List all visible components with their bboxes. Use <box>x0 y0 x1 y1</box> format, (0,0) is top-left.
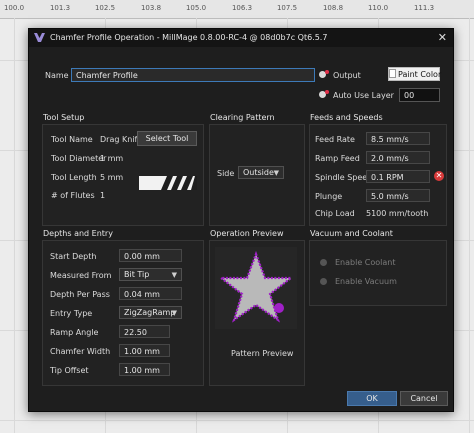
tool-setup-title: Tool Setup <box>43 113 85 122</box>
entry-type-value: ZigZagRamp <box>124 308 176 317</box>
flutes-value: 1 <box>100 191 106 200</box>
chamfer-width-input[interactable]: 1.00 mm <box>119 344 170 357</box>
depths-entry-title: Depths and Entry <box>43 229 113 238</box>
name-input[interactable]: Chamfer Profile <box>71 68 315 82</box>
grid-line <box>469 18 470 433</box>
ramp-feed-label: Ramp Feed <box>315 154 360 163</box>
grid-line <box>14 18 15 433</box>
paint-color-button[interactable]: Paint Color <box>388 67 442 81</box>
close-icon[interactable]: ✕ <box>438 31 447 44</box>
ruler-tick: 111.3 <box>413 4 435 12</box>
feed-rate-label: Feed Rate <box>315 135 355 144</box>
tool-bit-icon <box>139 176 197 190</box>
plunge-input[interactable]: 5.0 mm/s <box>366 189 430 202</box>
side-label: Side <box>217 169 235 178</box>
start-depth-input[interactable]: 0.00 mm <box>119 249 182 262</box>
tool-name-value: Drag Knife <box>100 135 143 144</box>
depth-per-pass-input[interactable]: 0.04 mm <box>119 287 182 300</box>
measured-from-combo[interactable]: Bit Tip ▼ <box>119 268 182 281</box>
plunge-label: Plunge <box>315 192 343 201</box>
ruler-tick: 103.8 <box>140 4 162 12</box>
chevron-down-icon: ▼ <box>171 271 177 279</box>
ramp-angle-label: Ramp Angle <box>50 328 99 337</box>
ruler-tick: 105.0 <box>185 4 207 12</box>
grid-line <box>0 420 474 421</box>
pattern-preview-caption: Pattern Preview <box>231 349 294 358</box>
flutes-label: # of Flutes <box>51 191 95 200</box>
app-logo-icon <box>34 33 45 42</box>
window-title: Chamfer Profile Operation - MillMage 0.8… <box>50 33 328 42</box>
vacuum-coolant-title: Vacuum and Coolant <box>310 229 393 238</box>
ruler-tick: 108.8 <box>322 4 344 12</box>
auto-use-layer-label: Auto Use Layer <box>333 91 394 100</box>
chip-load-label: Chip Load <box>315 209 355 218</box>
chamfer-width-label: Chamfer Width <box>50 347 111 356</box>
name-label: Name <box>45 71 69 80</box>
tip-offset-input[interactable]: 1.00 mm <box>119 363 170 376</box>
depth-per-pass-label: Depth Per Pass <box>50 290 110 299</box>
ramp-feed-input[interactable]: 2.0 mm/s <box>366 151 430 164</box>
vacuum-coolant-panel <box>309 240 447 306</box>
measured-from-value: Bit Tip <box>124 270 150 279</box>
auto-use-layer-radio[interactable] <box>319 90 329 98</box>
layer-input[interactable]: 00 <box>399 88 440 102</box>
measured-from-label: Measured From <box>50 271 112 280</box>
ruler-tick: 110.0 <box>367 4 389 12</box>
error-icon[interactable]: ✕ <box>434 171 444 181</box>
feeds-speeds-title: Feeds and Speeds <box>310 113 383 122</box>
tool-length-label: Tool Length <box>51 173 97 182</box>
ruler-tick: 100.0 <box>3 4 25 12</box>
color-swatch <box>389 69 396 78</box>
entry-type-combo[interactable]: ZigZagRamp ▼ <box>119 306 182 319</box>
spindle-speed-label: Spindle Speed <box>315 173 373 182</box>
start-depth-label: Start Depth <box>50 252 97 261</box>
ruler-tick: 107.5 <box>276 4 298 12</box>
side-value: Outside <box>243 168 274 177</box>
cancel-button[interactable]: Cancel <box>400 391 448 406</box>
operation-preview-title: Operation Preview <box>210 229 284 238</box>
enable-vacuum-checkbox[interactable] <box>320 278 327 285</box>
feed-rate-input[interactable]: 8.5 mm/s <box>366 132 430 145</box>
chevron-down-icon: ▼ <box>273 169 279 177</box>
chevron-down-icon: ▼ <box>171 309 177 317</box>
tool-diameter-label: Tool Diameter <box>51 154 107 163</box>
ruler-tick: 101.3 <box>49 4 71 12</box>
select-tool-button[interactable]: Select Tool <box>137 131 197 146</box>
title-bar[interactable]: Chamfer Profile Operation - MillMage 0.8… <box>29 29 453 47</box>
star-preview-icon <box>215 247 297 329</box>
entry-type-label: Entry Type <box>50 309 93 318</box>
tool-length-value: 5 mm <box>100 173 124 182</box>
ruler-tick: 102.5 <box>94 4 116 12</box>
enable-vacuum-label: Enable Vacuum <box>335 277 397 286</box>
enable-coolant-label: Enable Coolant <box>335 258 396 267</box>
output-label: Output <box>333 71 361 80</box>
tool-name-label: Tool Name <box>51 135 93 144</box>
tool-diameter-value: 1 mm <box>100 154 124 163</box>
clearing-pattern-title: Clearing Pattern <box>210 113 275 122</box>
paint-color-label: Paint Color <box>398 70 442 79</box>
ramp-angle-input[interactable]: 22.50 <box>119 325 170 338</box>
enable-coolant-checkbox[interactable] <box>320 259 327 266</box>
top-ruler: 100.0 101.3 102.5 103.8 105.0 106.3 107.… <box>0 0 474 19</box>
side-combo[interactable]: Outside ▼ <box>238 166 284 179</box>
tip-offset-label: Tip Offset <box>50 366 89 375</box>
operation-dialog: Chamfer Profile Operation - MillMage 0.8… <box>28 28 454 412</box>
ruler-tick: 106.3 <box>231 4 253 12</box>
spindle-speed-input[interactable]: 0.1 RPM <box>366 170 430 183</box>
ok-button[interactable]: OK <box>347 391 397 406</box>
chip-load-value: 5100 mm/tooth <box>366 209 429 218</box>
output-radio[interactable] <box>319 70 329 78</box>
